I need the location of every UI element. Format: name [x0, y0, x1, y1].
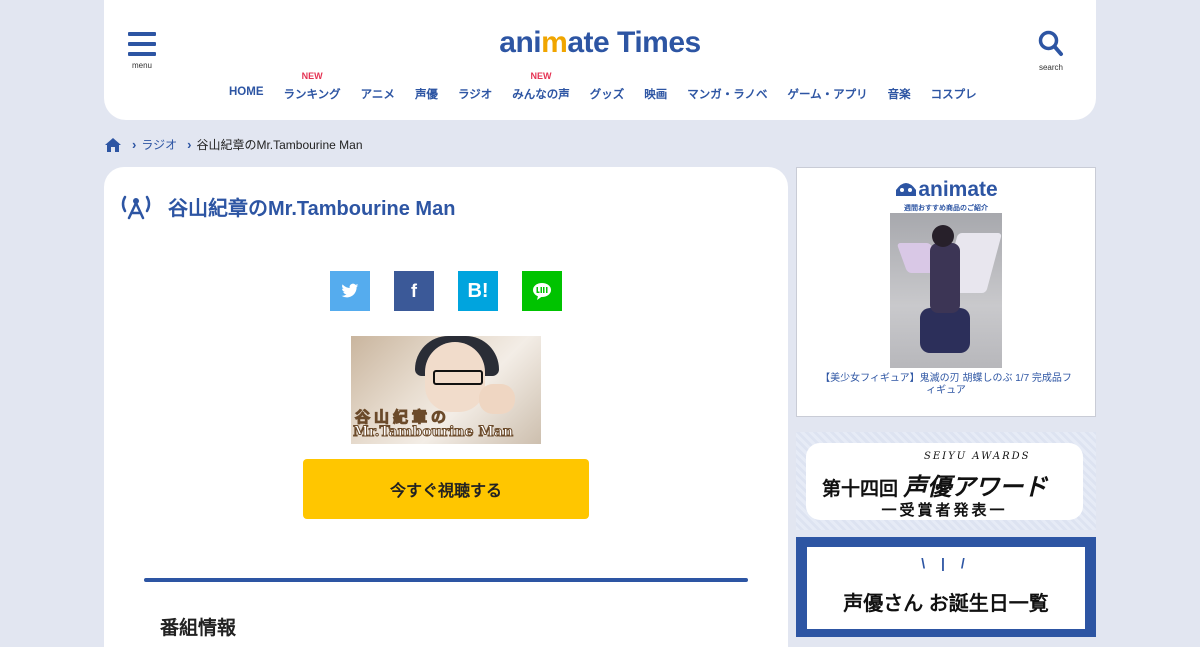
birthday-title: 声優さん お誕生日一覧: [843, 593, 1049, 615]
ad-product-caption[interactable]: 【美少女フィギュア】鬼滅の刃 胡蝶しのぶ 1/7 完成品フィギュア: [817, 373, 1075, 397]
nav-item-manga[interactable]: マンガ・ラノベ: [687, 86, 767, 102]
main-content: 谷山紀章のMr.Tambourine Man f B! 谷山紀章の Mr.Tam…: [104, 167, 788, 647]
twitter-share-button[interactable]: [330, 271, 370, 311]
breadcrumb-link-radio[interactable]: ラジオ: [141, 136, 177, 153]
nav-item-movie[interactable]: 映画: [644, 86, 667, 102]
program-thumbnail: 谷山紀章の Mr.Tambourine Man: [351, 336, 541, 444]
line-share-button[interactable]: [522, 271, 562, 311]
nav-item-ranking[interactable]: NEW ランキング: [284, 71, 341, 102]
global-nav: HOME NEW ランキング アニメ 声優 ラジオ NEW みんなの声 グッズ 映画…: [229, 71, 997, 102]
award-title: 第十四回 声優アワード: [822, 474, 1048, 501]
thumbnail-title-line2: Mr.Tambourine Man: [352, 424, 514, 441]
nav-item-game[interactable]: ゲーム・アプリ: [788, 86, 868, 102]
chevron-right-icon: ›: [187, 137, 192, 152]
new-badge: NEW: [301, 71, 323, 81]
new-badge: NEW: [530, 71, 552, 81]
award-subtitle: 一受賞者発表一: [881, 502, 1008, 519]
site-logo[interactable]: animate Times: [104, 26, 1096, 60]
nav-item-music[interactable]: 音楽: [888, 86, 911, 102]
hatena-share-button[interactable]: B!: [458, 271, 498, 311]
title-row: 谷山紀章のMr.Tambourine Man: [120, 192, 455, 221]
seiyu-awards-banner[interactable]: SEIYU AWARDS 第十四回 声優アワード 一受賞者発表一: [796, 432, 1096, 530]
animate-mascot-icon: [896, 183, 917, 196]
radio-antenna-icon: [121, 195, 151, 219]
animate-logo: animate: [797, 178, 1095, 202]
search-button[interactable]: search: [1034, 30, 1068, 72]
sparkle-icon: \ | /: [921, 555, 971, 571]
nav-item-anime[interactable]: アニメ: [361, 86, 395, 102]
facebook-share-button[interactable]: f: [394, 271, 434, 311]
award-english-title: SEIYU AWARDS: [924, 451, 1031, 462]
watch-now-button[interactable]: 今すぐ視聴する: [303, 459, 589, 519]
animate-product-ad[interactable]: animate 週間おすすめ商品のご紹介 【美少女フィギュア】鬼滅の刃 胡蝶しの…: [796, 167, 1096, 417]
ad-subtitle: 週間おすすめ商品のご紹介: [904, 205, 988, 212]
line-icon: [533, 283, 551, 300]
figure-product-image[interactable]: [890, 213, 1002, 368]
program-info-heading: 番組情報: [160, 618, 237, 639]
home-icon[interactable]: [104, 137, 122, 153]
nav-item-voice-actor[interactable]: 声優: [415, 86, 438, 102]
page-title: 谷山紀章のMr.Tambourine Man: [168, 198, 456, 220]
nav-item-everyone-voice[interactable]: NEW みんなの声: [512, 71, 570, 102]
nav-item-goods[interactable]: グッズ: [590, 86, 625, 102]
award-banner-card: SEIYU AWARDS 第十四回 声優アワード 一受賞者発表一: [806, 443, 1083, 520]
birthday-banner-card: \ | / 声優さん お誕生日一覧: [807, 547, 1085, 629]
nav-item-home[interactable]: HOME: [229, 86, 264, 102]
breadcrumb-current: 谷山紀章のMr.Tambourine Man: [196, 138, 363, 152]
birthday-list-banner[interactable]: \ | / 声優さん お誕生日一覧: [796, 537, 1096, 637]
facebook-icon: f: [411, 280, 417, 301]
breadcrumb: › ラジオ › 谷山紀章のMr.Tambourine Man: [104, 136, 363, 153]
twitter-icon: [341, 283, 359, 298]
chevron-right-icon: ›: [132, 137, 137, 152]
share-buttons: f B!: [330, 271, 562, 311]
search-icon: [1038, 30, 1063, 56]
nav-item-cosplay[interactable]: コスプレ: [931, 86, 977, 102]
menu-label: menu: [131, 61, 152, 70]
section-divider: [144, 578, 748, 582]
search-label: search: [1038, 63, 1063, 72]
hatena-icon: B!: [467, 279, 489, 302]
nav-item-radio[interactable]: ラジオ: [458, 86, 492, 102]
site-header: menu animate Times search HOME NEW ランキング …: [104, 0, 1096, 120]
